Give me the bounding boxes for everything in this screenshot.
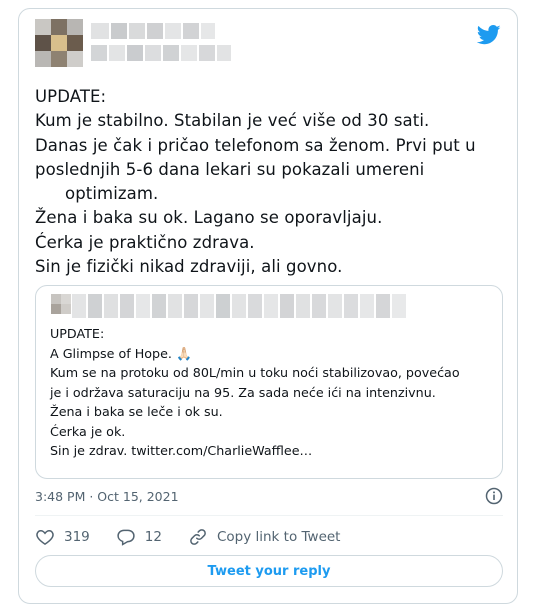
author-name-blurred[interactable]	[91, 23, 241, 67]
tweet-body: UPDATE: Kum je stabilno. Stabilan je već…	[35, 85, 505, 279]
tweet-line: Danas je čak i pričao telefonom sa ženom…	[35, 135, 476, 155]
info-icon[interactable]	[485, 487, 503, 505]
quoted-author-name-blurred	[72, 294, 406, 318]
like-action[interactable]: 319	[35, 527, 90, 547]
quoted-line: Žena i baka se leče i ok su.	[50, 404, 223, 419]
twitter-bird-icon[interactable]	[477, 25, 501, 45]
copy-link-action[interactable]: Copy link to Tweet	[188, 527, 341, 547]
quoted-tweet-body: UPDATE: A Glimpse of Hope. 🙏🏻 Kum se na …	[50, 324, 495, 461]
copy-link-label: Copy link to Tweet	[216, 529, 341, 545]
author-avatar-blurred[interactable]	[35, 19, 83, 67]
reply-bubble-icon	[117, 529, 135, 546]
quoted-tweet[interactable]: UPDATE: A Glimpse of Hope. 🙏🏻 Kum se na …	[35, 285, 503, 479]
tweet-embed-card: UPDATE: Kum je stabilno. Stabilan je već…	[18, 8, 518, 604]
quoted-line: Kum se na protoku od 80L/min u toku noći…	[50, 365, 460, 380]
tweet-line: poslednjih 5-6 dana lekari su pokazali u…	[35, 159, 425, 179]
tweet-line: optimizam.	[65, 184, 159, 204]
tweet-line: Žena i baka su ok. Lagano se oporavljaju…	[35, 208, 383, 228]
reply-action[interactable]: 12	[116, 527, 162, 547]
tweet-line: Sin je fizički nikad zdraviji, ali govno…	[35, 257, 343, 277]
quoted-line: A Glimpse of Hope. 🙏🏻	[50, 345, 192, 361]
action-bar: 319 12 Copy link to Tweet	[35, 525, 366, 549]
link-icon	[190, 529, 206, 545]
tweet-line: UPDATE:	[35, 87, 107, 106]
quoted-line[interactable]: Sin je zdrav. twitter.com/CharlieWafflee…	[50, 441, 495, 461]
like-count: 319	[64, 529, 90, 545]
reply-count: 12	[144, 529, 162, 545]
quoted-line: UPDATE:	[50, 326, 105, 341]
heart-icon	[36, 529, 54, 545]
quoted-line: Ćerka je ok.	[50, 423, 126, 439]
divider	[35, 515, 503, 516]
tweet-reply-button[interactable]: Tweet your reply	[35, 555, 503, 587]
tweet-line: Kum je stabilno. Stabilan je već više od…	[35, 111, 430, 131]
tweet-timestamp[interactable]: 3:48 PM · Oct 15, 2021	[35, 489, 179, 504]
quoted-line: je i održava saturaciju na 95. Za sada n…	[50, 384, 436, 400]
tweet-line: Ćerka je praktično zdrava.	[35, 232, 255, 252]
quoted-author-avatar-blurred	[51, 294, 71, 314]
